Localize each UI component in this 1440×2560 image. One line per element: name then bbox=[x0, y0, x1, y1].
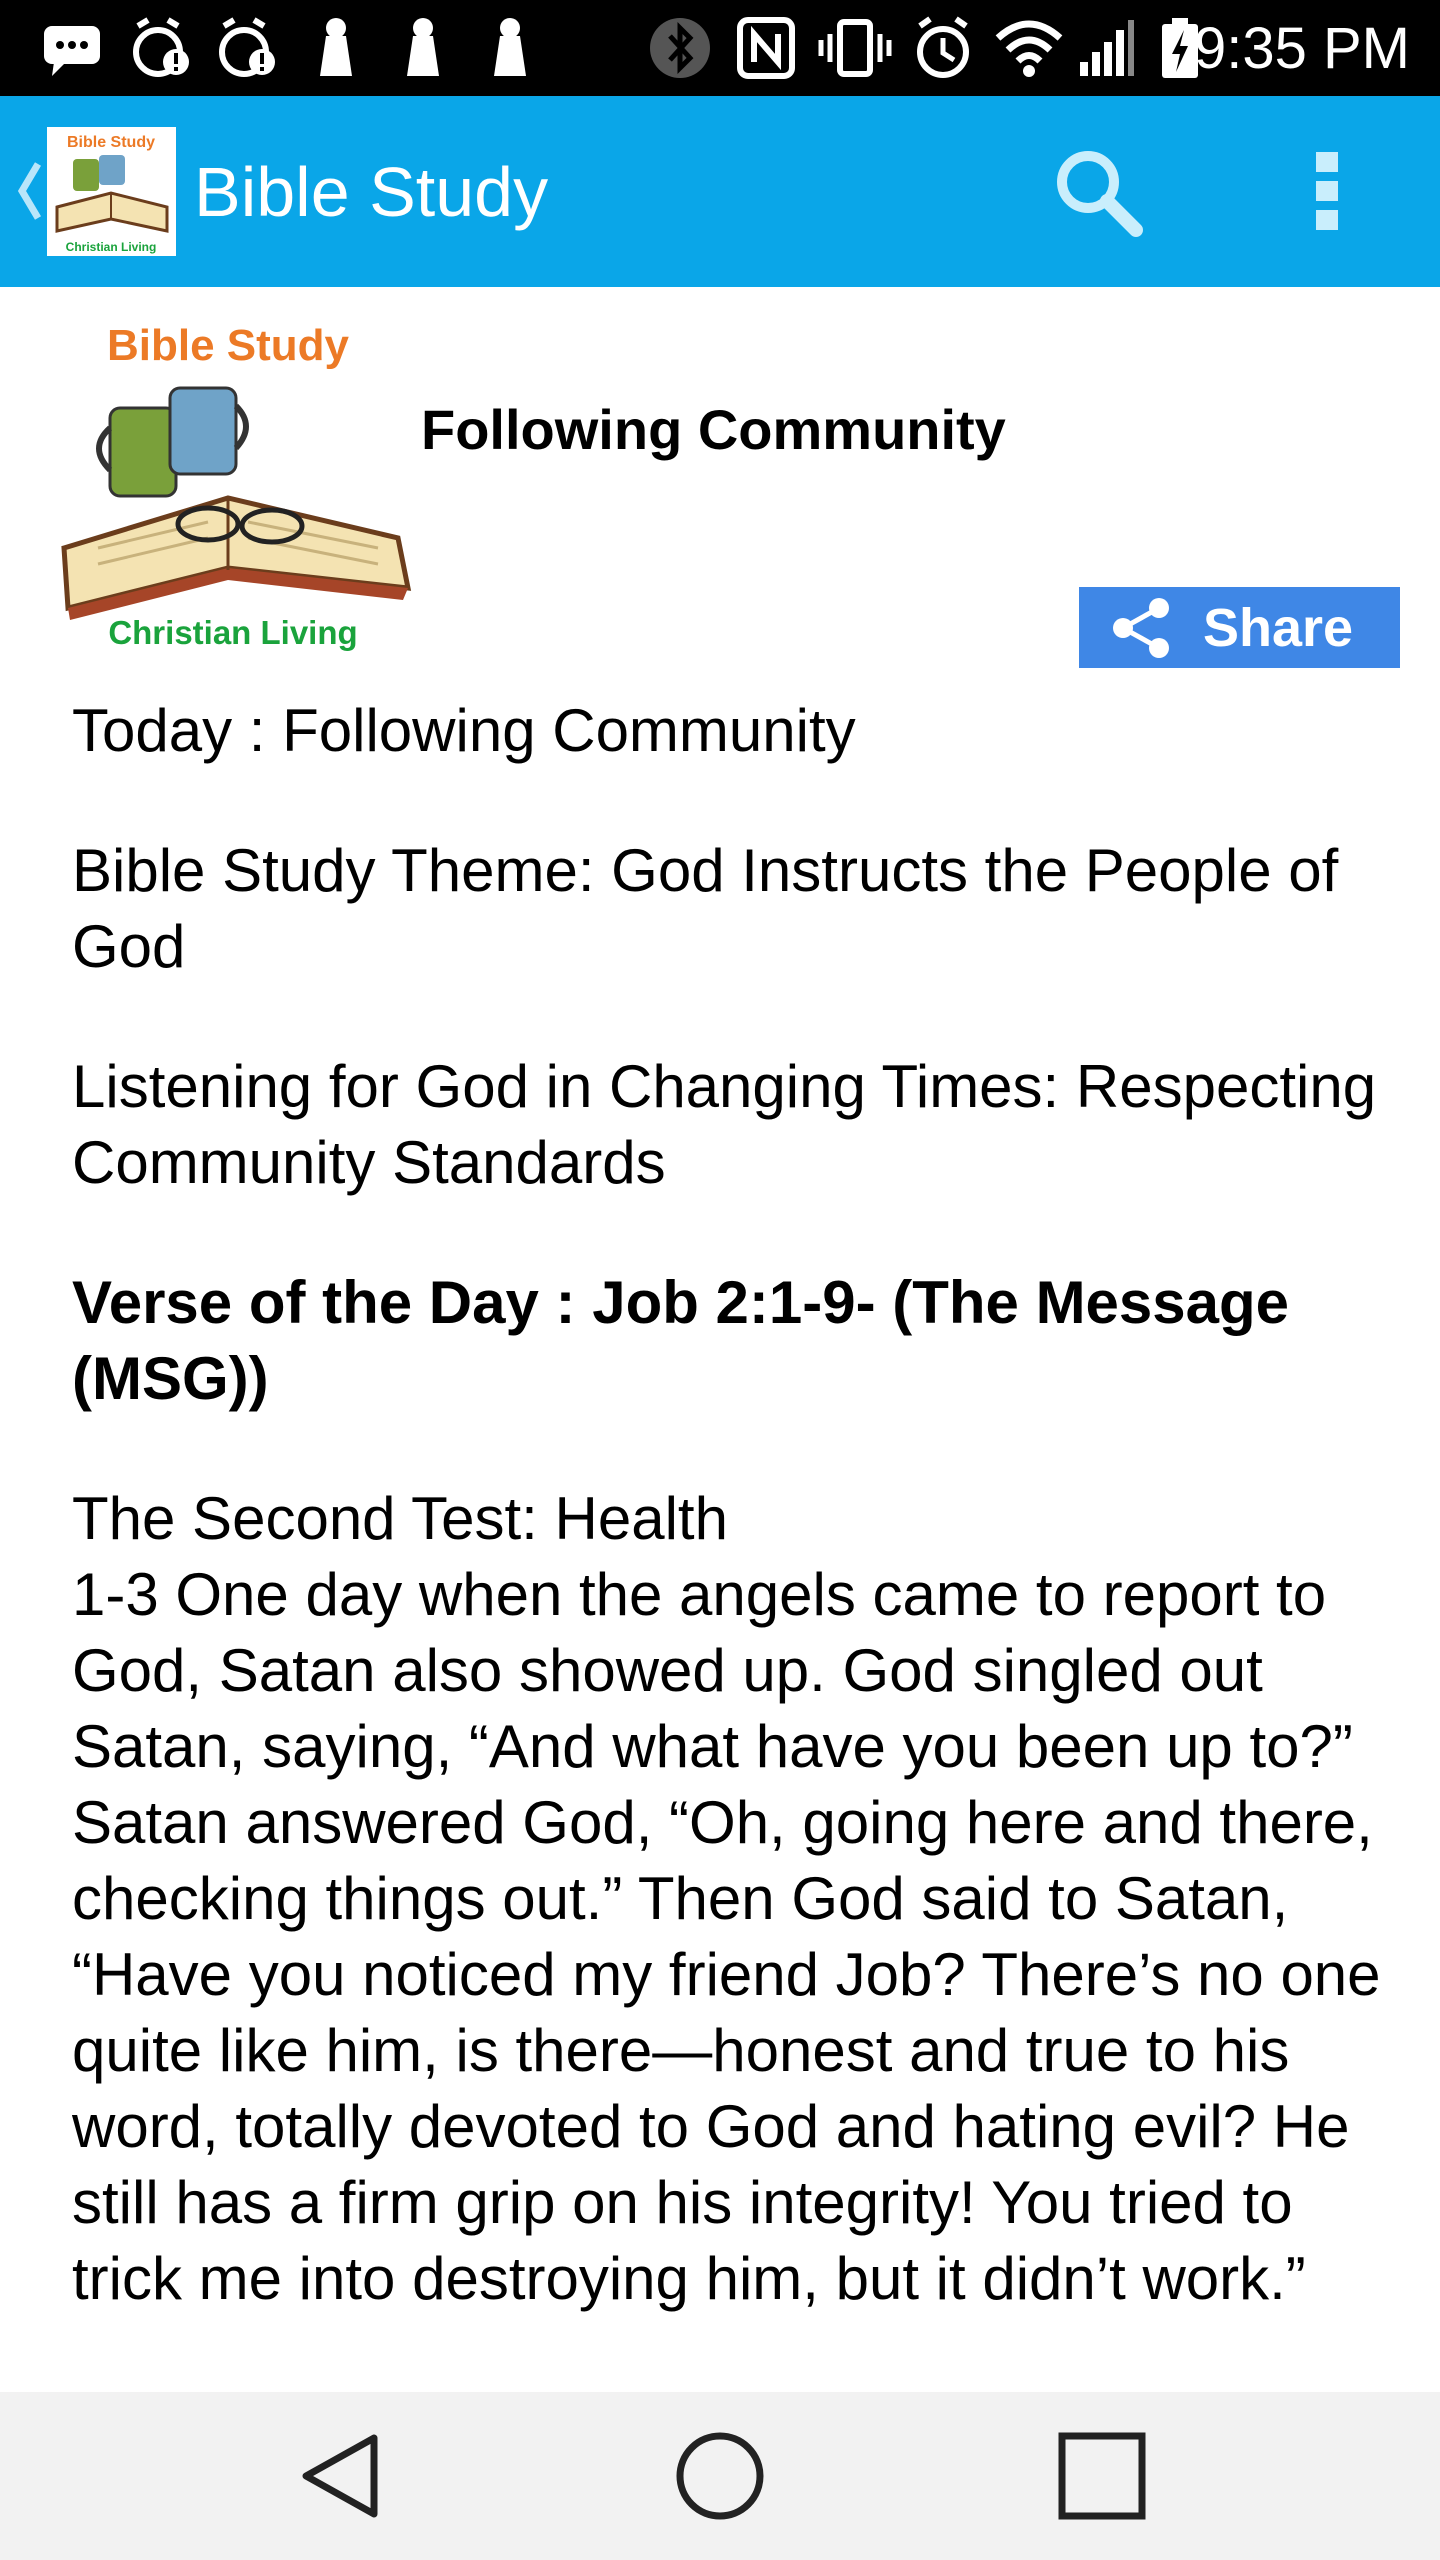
svg-text:Christian Living: Christian Living bbox=[66, 240, 157, 254]
alarm-alert-icon bbox=[219, 17, 275, 77]
message-icon bbox=[44, 26, 100, 76]
notification-icon bbox=[407, 18, 439, 76]
overflow-menu-icon[interactable] bbox=[1310, 148, 1346, 234]
svg-text:Bible Study: Bible Study bbox=[107, 321, 350, 370]
study-subtitle: Listening for God in Changing Times: Res… bbox=[72, 1053, 1377, 1196]
notification-icon bbox=[494, 18, 526, 76]
verse-heading: Verse of the Day : Job 2:1-9- (The Messa… bbox=[72, 1269, 1290, 1412]
share-icon bbox=[1113, 597, 1169, 658]
study-content[interactable]: Today : Following Community Bible Study … bbox=[72, 693, 1392, 2365]
page-title: Following Community bbox=[421, 398, 1006, 461]
vibrate-icon bbox=[818, 19, 892, 77]
action-bar: Bible Study Christian Living Bible Study bbox=[0, 96, 1440, 287]
app-title: Bible Study bbox=[194, 153, 549, 231]
navigation-bar bbox=[0, 2392, 1440, 2560]
today-line: Today : Following Community bbox=[72, 697, 856, 764]
study-logo: Bible Study Christian Living bbox=[58, 308, 421, 658]
alarm-alert-icon bbox=[133, 17, 189, 77]
home-nav-icon[interactable] bbox=[672, 2428, 768, 2524]
notification-icon bbox=[320, 18, 352, 76]
signal-icon bbox=[1080, 20, 1134, 76]
search-icon[interactable] bbox=[1050, 144, 1146, 240]
status-bar: 9:35 PM bbox=[0, 0, 1440, 96]
alarm-icon bbox=[917, 16, 969, 78]
share-label: Share bbox=[1203, 597, 1354, 658]
study-theme: Bible Study Theme: God Instructs the Peo… bbox=[72, 837, 1339, 980]
share-button[interactable]: Share bbox=[1079, 587, 1400, 668]
svg-text:Christian Living: Christian Living bbox=[108, 614, 357, 651]
wifi-icon bbox=[995, 20, 1063, 77]
back-nav-icon[interactable] bbox=[296, 2428, 386, 2524]
scripture-passage: The Second Test: Health 1-3 One day when… bbox=[72, 1485, 1381, 2312]
recents-nav-icon[interactable] bbox=[1054, 2428, 1150, 2524]
app-logo[interactable]: Bible Study Christian Living bbox=[47, 127, 176, 256]
bluetooth-icon bbox=[650, 18, 710, 78]
svg-text:Bible Study: Bible Study bbox=[67, 134, 155, 151]
status-time: 9:35 PM bbox=[1194, 16, 1410, 81]
nfc-icon bbox=[737, 17, 795, 79]
up-caret-icon[interactable] bbox=[14, 158, 44, 224]
